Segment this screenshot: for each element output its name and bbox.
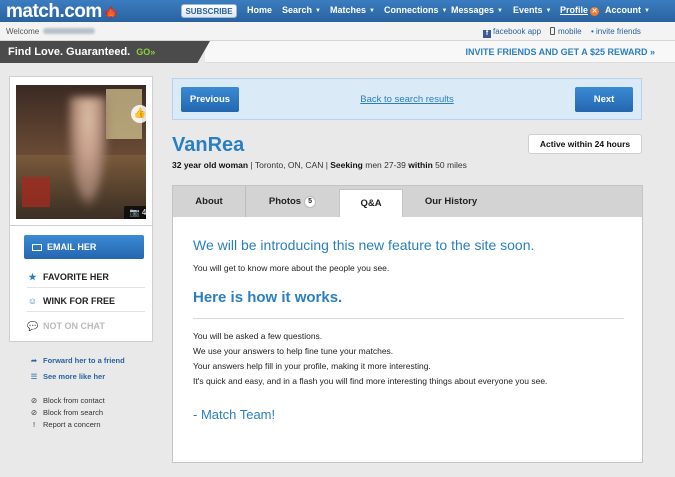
- profile-summary: 32 year old woman | Toronto, ON, CAN | S…: [172, 160, 467, 170]
- maple-leaf-icon: 🍁: [103, 6, 119, 20]
- intro-text: You will get to know more about the peop…: [193, 263, 390, 273]
- nav-account[interactable]: Account ▼: [605, 5, 650, 15]
- nav-search[interactable]: Search ▼: [282, 5, 321, 15]
- wink-button[interactable]: ☺ WINK FOR FREE: [27, 290, 145, 312]
- chat-bubble-icon: 💬: [27, 321, 39, 331]
- camera-icon: 📷: [129, 208, 140, 217]
- qa-line: Your answers help fill in your profile, …: [193, 361, 431, 371]
- photo-count-button[interactable]: 📷 4: [124, 206, 146, 219]
- block-from-contact-link[interactable]: ⊘ Block from contact: [30, 396, 105, 405]
- invite-friends-link[interactable]: • invite friends: [591, 27, 641, 36]
- report-concern-link[interactable]: ! Report a concern: [30, 420, 101, 429]
- profile-photo[interactable]: 👍 📷 4: [16, 85, 146, 219]
- go-link[interactable]: GO»: [136, 47, 155, 57]
- photo-count-badge: 5: [304, 196, 317, 208]
- envelope-icon: [32, 244, 42, 251]
- profile-username: VanRea: [172, 134, 245, 156]
- profile-actions: EMAIL HER ★ FAVORITE HER ☺ WINK FOR FREE 💬…: [9, 226, 153, 342]
- nav-messages[interactable]: Messages ▼: [451, 5, 503, 15]
- nav-connections[interactable]: Connections ▼: [384, 5, 447, 15]
- smiley-icon: ☺: [27, 296, 38, 306]
- chevron-down-icon: ▼: [441, 8, 448, 14]
- qa-content: We will be introducing this new feature …: [172, 217, 643, 463]
- nav-events[interactable]: Events ▼: [513, 5, 551, 15]
- how-it-works-heading: Here is how it works.: [193, 289, 343, 306]
- notification-badge: ✕: [590, 7, 600, 16]
- next-button[interactable]: Next: [575, 87, 633, 112]
- block-icon: ⊘: [30, 396, 38, 405]
- match-logo[interactable]: match.com 🍁: [6, 1, 119, 23]
- active-status-badge: Active within 24 hours: [528, 134, 642, 154]
- subscribe-button[interactable]: SUBSCRIBE: [181, 4, 237, 18]
- qa-line: It's quick and easy, and in a flash you …: [193, 376, 548, 386]
- divider: [193, 318, 624, 319]
- list-icon: ☰: [30, 372, 38, 381]
- profile-photo-card: 👍 📷 4: [9, 76, 153, 226]
- profile-tabs: About Photos 5 Q&A Our History: [172, 185, 643, 219]
- search-pager: Previous Back to search results Next: [172, 78, 642, 120]
- nav-profile[interactable]: Profile ✕: [560, 5, 600, 16]
- welcome-text: Welcome: [6, 27, 96, 36]
- thumbs-up-icon[interactable]: 👍: [131, 105, 146, 123]
- block-from-search-link[interactable]: ⊘ Block from search: [30, 408, 103, 417]
- promo-bar-right: INVITE FRIENDS AND GET A $25 REWARD »: [205, 41, 675, 63]
- promo-tagline[interactable]: Find Love. Guaranteed. GO»: [8, 46, 155, 58]
- chevron-down-icon: ▼: [644, 8, 650, 14]
- tab-about[interactable]: About: [173, 186, 246, 218]
- facebook-app-link[interactable]: f facebook app: [483, 27, 541, 38]
- promo-bar-left: Find Love. Guaranteed. GO»: [0, 41, 210, 63]
- welcome-bar: Welcome f facebook app mobile • invite fr…: [0, 22, 675, 41]
- chat-status: 💬 NOT ON CHAT: [27, 315, 145, 337]
- tab-photos[interactable]: Photos 5: [246, 186, 339, 218]
- block-icon: ⊘: [30, 408, 38, 417]
- chevron-down-icon: ▼: [315, 8, 321, 14]
- facebook-icon: f: [483, 30, 491, 38]
- forward-to-friend-link[interactable]: ➦ Forward her to a friend: [30, 356, 125, 365]
- favorite-her-button[interactable]: ★ FAVORITE HER: [27, 266, 145, 288]
- invite-friends-reward-link[interactable]: INVITE FRIENDS AND GET A $25 REWARD »: [465, 47, 655, 57]
- chevron-down-icon: ▼: [497, 8, 503, 14]
- exclamation-icon: !: [32, 420, 36, 429]
- back-to-search-link[interactable]: Back to search results: [173, 94, 641, 105]
- tab-our-history[interactable]: Our History: [405, 186, 497, 218]
- top-nav-bar: match.com 🍁 SUBSCRIBE Home Search ▼ Matche…: [0, 0, 675, 22]
- mobile-link[interactable]: mobile: [550, 27, 582, 36]
- chevron-down-icon: ▼: [369, 8, 375, 14]
- email-her-button[interactable]: EMAIL HER: [24, 235, 144, 259]
- forward-arrow-icon: ➦: [30, 356, 38, 365]
- intro-heading: We will be introducing this new feature …: [193, 237, 535, 253]
- star-icon: ★: [28, 272, 37, 282]
- chevron-down-icon: ▼: [545, 8, 552, 14]
- blurred-person: [68, 97, 108, 207]
- mobile-phone-icon: [550, 27, 555, 35]
- signoff: - Match Team!: [193, 407, 276, 422]
- blurred-username: [43, 28, 96, 34]
- tab-qa[interactable]: Q&A: [339, 189, 403, 219]
- nav-matches[interactable]: Matches ▼: [330, 5, 375, 15]
- see-more-like-her-link[interactable]: ☰ See more like her: [30, 372, 106, 381]
- nav-home[interactable]: Home: [247, 5, 272, 15]
- qa-line: You will be asked a few questions.: [193, 331, 323, 341]
- qa-line: We use your answers to help fine tune yo…: [193, 346, 394, 356]
